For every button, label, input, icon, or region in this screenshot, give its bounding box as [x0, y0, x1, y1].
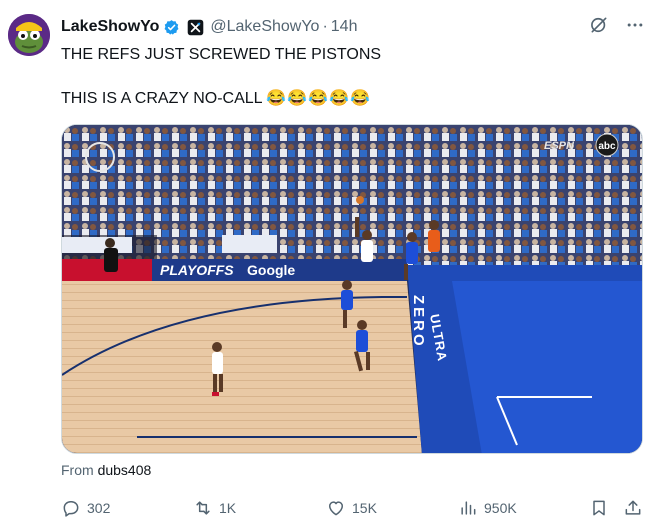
attribution-prefix: From — [61, 462, 98, 478]
floor-text-zero: ZERO — [410, 295, 427, 349]
display-name[interactable]: LakeShowYo — [61, 18, 159, 36]
separator: · — [322, 18, 328, 35]
media-attribution: From dubs408 — [61, 462, 151, 478]
media-video[interactable]: PLAYOFFS Google ZERO ULTRA ESPN abc — [61, 124, 643, 454]
board-playoffs-text: PLAYOFFS — [160, 262, 234, 278]
handle[interactable]: @LakeShowYo — [210, 18, 319, 36]
action-bar: 302 1K 15K 950K — [61, 494, 646, 522]
tweet-line-1: THE REFS JUST SCREWED THE PISTONS — [61, 46, 382, 63]
reply-button[interactable]: 302 — [61, 494, 110, 522]
repost-button[interactable]: 1K — [193, 494, 236, 522]
repost-icon — [196, 501, 210, 515]
reply-icon — [63, 501, 79, 517]
tweet-line-2: THIS IS A CRAZY NO-CALL 😂😂😂😂😂 — [61, 88, 381, 110]
reply-count: 302 — [87, 500, 111, 516]
like-button[interactable]: 15K — [326, 494, 377, 522]
board-brand-text: Google — [247, 262, 295, 278]
frog-avatar-icon — [8, 14, 50, 56]
grok-explain-button[interactable] — [588, 14, 610, 36]
broadcaster-espn-logo: ESPN — [544, 140, 575, 152]
like-count: 15K — [352, 500, 377, 516]
more-icon — [627, 23, 643, 27]
grok-icon — [591, 17, 607, 33]
laughing-emojis: 😂😂😂😂😂 — [266, 90, 372, 107]
repost-count: 1K — [219, 500, 237, 516]
share-icon — [625, 500, 641, 515]
x-affiliate-badge-icon[interactable] — [187, 19, 204, 36]
bookmark-icon — [593, 500, 605, 516]
timestamp[interactable]: 14h — [331, 18, 358, 36]
tweet-header: LakeShowYo @LakeShowYo · 14h — [61, 16, 357, 38]
verified-badge-icon[interactable] — [163, 19, 180, 36]
tweet-text: THE REFS JUST SCREWED THE PISTONS THIS I… — [61, 44, 381, 110]
attribution-source-link[interactable]: dubs408 — [98, 462, 152, 478]
avatar[interactable] — [8, 14, 50, 56]
views-chart-icon — [461, 501, 476, 515]
heart-icon — [329, 501, 343, 516]
top-actions — [588, 14, 646, 36]
bookmark-button[interactable] — [589, 494, 609, 522]
tweet-line-2-text: THIS IS A CRAZY NO-CALL — [61, 90, 262, 107]
broadcaster-abc-logo: abc — [598, 141, 616, 152]
views-count: 950K — [484, 500, 517, 516]
more-button[interactable] — [624, 14, 646, 36]
share-button[interactable] — [623, 494, 643, 522]
views-button[interactable]: 950K — [458, 494, 517, 522]
